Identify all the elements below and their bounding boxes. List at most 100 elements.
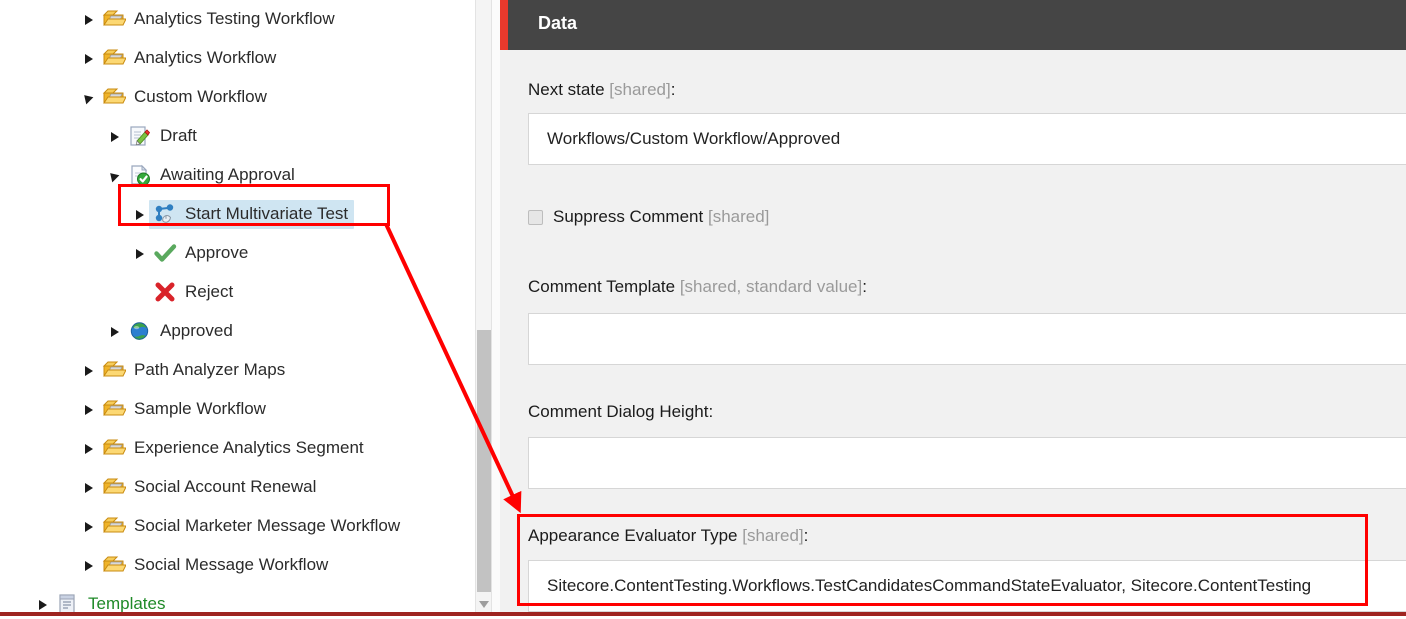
field-label: Comment Dialog Height: <box>528 402 713 422</box>
tree-expand-collapse-toggle-collapsed-icon[interactable] <box>80 50 98 68</box>
tree-item-content[interactable]: Analytics Testing Workflow <box>98 5 341 34</box>
tree-item-analytics-workflow[interactable]: Analytics Workflow <box>0 39 500 78</box>
tree-item-content[interactable]: Draft <box>124 122 203 151</box>
tree-vertical-scrollbar[interactable] <box>475 0 492 612</box>
tree-item-content[interactable]: Templates <box>52 590 171 612</box>
tree-expand-collapse-toggle-collapsed-icon[interactable] <box>80 440 98 458</box>
field-label-text: Appearance Evaluator Type <box>528 526 738 545</box>
tree-item-label: Custom Workflow <box>134 86 267 106</box>
tree-item-content[interactable]: Social Message Workflow <box>98 551 334 580</box>
tree-item-content[interactable]: Reject <box>149 278 239 307</box>
field-input-comment-dialog-height[interactable] <box>528 437 1406 489</box>
field-input-appearance-evaluator-type[interactable]: Sitecore.ContentTesting.Workflows.TestCa… <box>528 560 1406 612</box>
tree-item-analytics-testing-workflow[interactable]: Analytics Testing Workflow <box>0 0 500 39</box>
tree-twisty-spacer <box>131 284 149 302</box>
tree-item-custom-workflow[interactable]: Custom Workflow <box>0 78 500 117</box>
workflow-folder-icon <box>102 398 127 420</box>
awaiting-approval-icon <box>128 164 152 186</box>
draft-document-icon <box>128 125 152 147</box>
tree-expand-collapse-toggle-collapsed-icon[interactable] <box>80 479 98 497</box>
tree-expand-collapse-toggle-collapsed-icon[interactable] <box>80 362 98 380</box>
tree-item-label: Approve <box>185 242 249 262</box>
workflow-folder-icon <box>102 8 127 30</box>
tree-expand-collapse-toggle-collapsed-icon[interactable] <box>80 11 98 29</box>
tree-expand-collapse-toggle-collapsed-icon[interactable] <box>131 206 149 224</box>
field-label-suffix: : <box>708 402 714 421</box>
tree-item-label: Path Analyzer Maps <box>134 359 286 379</box>
tree-item-label: Social Account Renewal <box>134 476 317 496</box>
tree-item-reject[interactable]: Reject <box>0 273 500 312</box>
tree-item-content[interactable]: Awaiting Approval <box>124 161 301 190</box>
tree-item-social-marketer-message-workflow[interactable]: Social Marketer Message Workflow <box>0 507 500 546</box>
tree-expand-collapse-toggle-collapsed-icon[interactable] <box>131 245 149 263</box>
field-label-text: Comment Template <box>528 277 676 296</box>
field-label: Next state [shared]: <box>528 80 675 100</box>
field-label: Appearance Evaluator Type [shared]: <box>528 526 808 546</box>
tree-expand-collapse-toggle-collapsed-icon[interactable] <box>80 401 98 419</box>
tree-scrollbar-thumb[interactable] <box>477 330 491 592</box>
field-suppress-comment[interactable]: Suppress Comment [shared] <box>528 207 769 227</box>
section-accent-bar <box>500 0 508 50</box>
tree-item-content[interactable]: Approve <box>149 239 254 268</box>
tree-item-content[interactable]: Sample Workflow <box>98 395 272 424</box>
tree-expand-collapse-toggle-collapsed-icon[interactable] <box>106 323 124 341</box>
tree-item-approve[interactable]: Approve <box>0 234 500 273</box>
check-icon <box>153 242 177 264</box>
tree-item-label: Analytics Testing Workflow <box>134 8 335 28</box>
field-input-next-state[interactable]: Workflows/Custom Workflow/Approved <box>528 113 1406 165</box>
tree-item-sample-workflow[interactable]: Sample Workflow <box>0 390 500 429</box>
field-label: Suppress Comment [shared] <box>553 207 769 227</box>
tree-item-label: Social Marketer Message Workflow <box>134 515 401 535</box>
scroll-down-arrow-icon[interactable] <box>479 601 489 608</box>
workflow-folder-icon <box>102 476 127 498</box>
tree-item-content[interactable]: Analytics Workflow <box>98 44 282 73</box>
field-label: Comment Template [shared, standard value… <box>528 277 867 297</box>
tree-item-awaiting-approval[interactable]: Awaiting Approval <box>0 156 500 195</box>
checkbox-suppress-comment[interactable] <box>528 209 543 225</box>
tree-item-content[interactable]: Experience Analytics Segment <box>98 434 370 463</box>
tree-item-label: Templates <box>88 593 166 612</box>
reject-x-icon <box>153 281 177 303</box>
tree-item-content[interactable]: Path Analyzer Maps <box>98 356 291 385</box>
tree-item-experience-analytics-segment[interactable]: Experience Analytics Segment <box>0 429 500 468</box>
tree-item-label: Social Message Workflow <box>134 554 329 574</box>
tree-item-content[interactable]: Social Account Renewal <box>98 473 322 502</box>
tree-item-social-message-workflow[interactable]: Social Message Workflow <box>0 546 500 585</box>
data-section-panel: Data Next state [shared]: Workflows/Custo… <box>500 0 1406 612</box>
field-label-suffix: : <box>803 526 809 545</box>
tree-expand-collapse-toggle-collapsed-icon[interactable] <box>80 518 98 536</box>
content-tree-list: Analytics Testing Workflow Analytics Wor… <box>0 0 500 612</box>
tree-expand-collapse-toggle-expanded-icon[interactable] <box>106 167 124 185</box>
tree-expand-collapse-toggle-expanded-icon[interactable] <box>80 89 98 107</box>
tree-item-social-account-renewal[interactable]: Social Account Renewal <box>0 468 500 507</box>
tree-item-content-selected[interactable]: Start Multivariate Test <box>149 200 355 229</box>
tree-item-label: Start Multivariate Test <box>185 203 349 223</box>
screenshot-root: Analytics Testing Workflow Analytics Wor… <box>0 0 1406 619</box>
tree-expand-collapse-toggle-collapsed-icon[interactable] <box>80 557 98 575</box>
tree-item-start-multivariate-test[interactable]: Start Multivariate Test <box>0 195 500 234</box>
tree-expand-collapse-toggle-collapsed-icon[interactable] <box>106 128 124 146</box>
tree-item-approved[interactable]: Approved <box>0 312 500 351</box>
field-label-text: Comment Dialog Height <box>528 402 709 421</box>
tree-item-label: Draft <box>160 125 197 145</box>
data-section-title: Data <box>538 13 578 33</box>
field-input-comment-template[interactable] <box>528 313 1406 365</box>
tree-item-content[interactable]: Social Marketer Message Workflow <box>98 512 406 541</box>
tree-item-label: Reject <box>185 281 234 301</box>
field-qualifier: [shared] <box>742 526 804 545</box>
workflow-folder-icon <box>102 359 127 381</box>
tree-item-templates[interactable]: Templates <box>0 585 500 612</box>
tree-item-label: Sample Workflow <box>134 398 266 418</box>
tree-item-content[interactable]: Approved <box>124 317 239 346</box>
workflow-folder-icon <box>102 554 127 576</box>
tree-item-label: Approved <box>160 320 233 340</box>
workflow-folder-icon <box>102 515 127 537</box>
tree-item-content[interactable]: Custom Workflow <box>98 83 273 112</box>
tree-item-path-analyzer-maps[interactable]: Path Analyzer Maps <box>0 351 500 390</box>
tree-item-draft[interactable]: Draft <box>0 117 500 156</box>
field-label-text: Suppress Comment <box>553 207 704 226</box>
tree-expand-collapse-toggle-collapsed-icon[interactable] <box>34 596 52 613</box>
field-label-text: Next state <box>528 80 605 99</box>
field-label-suffix: : <box>862 277 867 296</box>
workflow-folder-icon <box>102 47 127 69</box>
